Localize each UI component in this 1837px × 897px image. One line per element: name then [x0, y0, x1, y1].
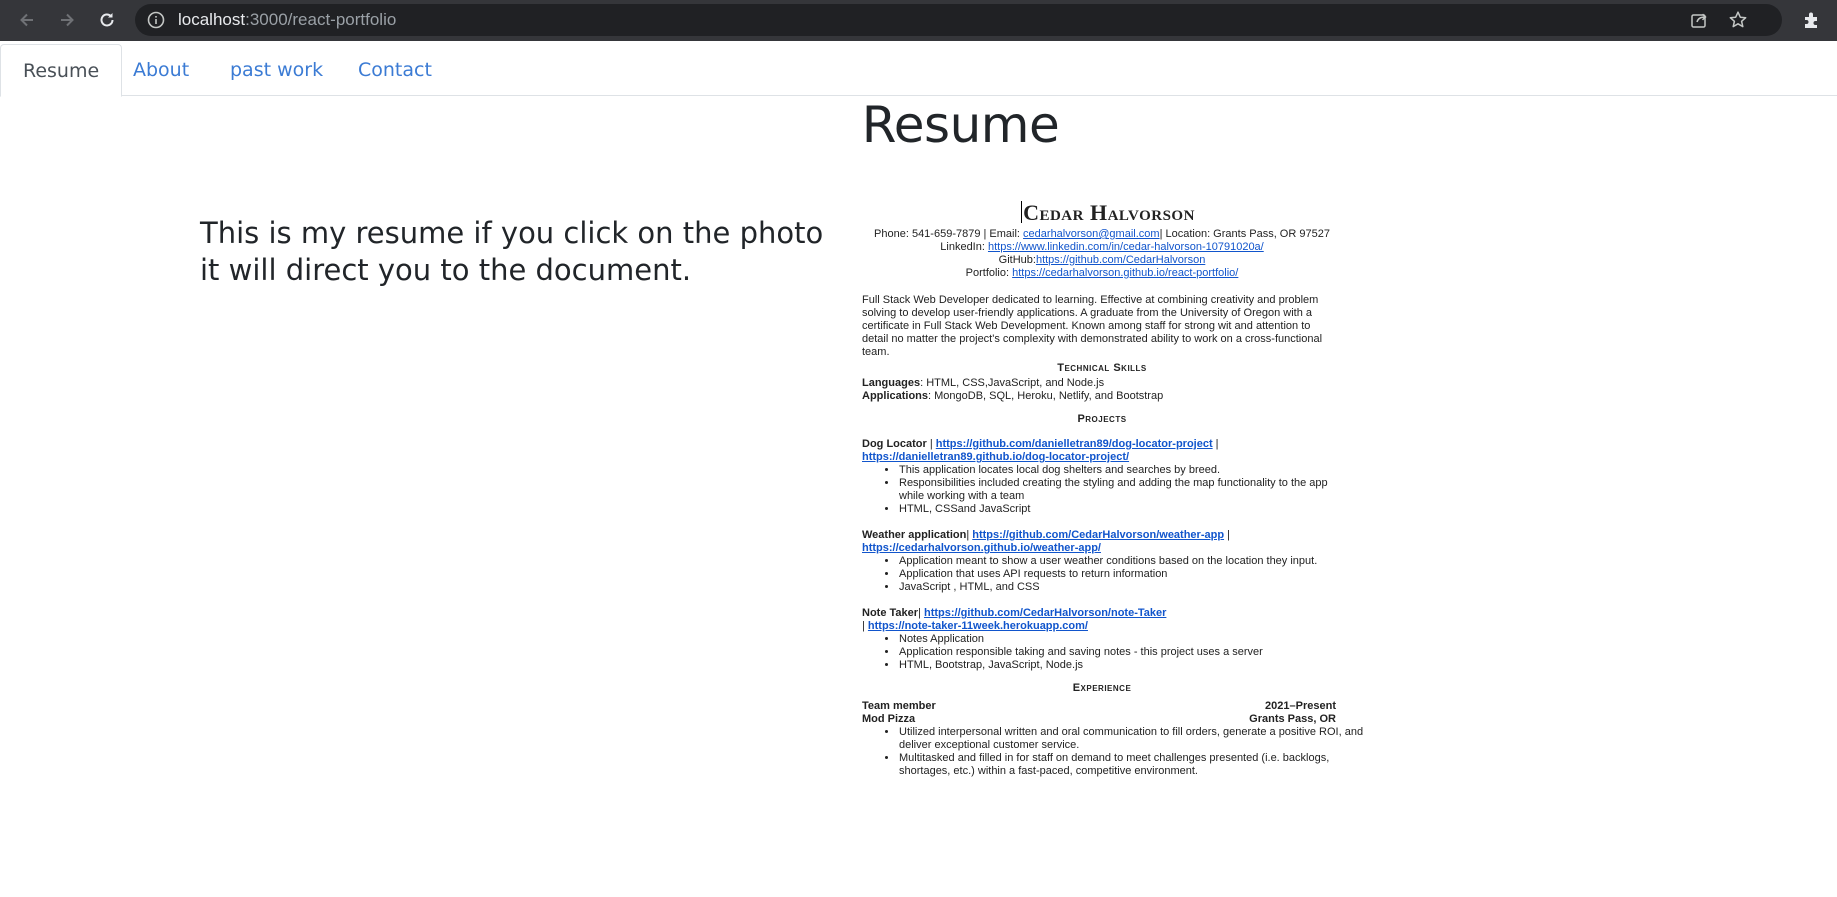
reload-icon	[100, 13, 114, 27]
project-repo-link[interactable]: https://github.com/CedarHalvorson/weathe…	[972, 529, 1224, 541]
experience-bullets: Utilized interpersonal written and oral …	[898, 726, 1372, 778]
project-bullets: Application meant to show a user weather…	[898, 555, 1342, 594]
project-bullets: Notes Application Application responsibl…	[898, 633, 1342, 672]
back-button[interactable]	[14, 7, 40, 33]
tab-resume[interactable]: Resume	[0, 44, 123, 97]
list-item: HTML, CSSand JavaScript	[898, 503, 1342, 516]
url-text[interactable]: localhost:3000/react-portfolio	[178, 11, 396, 29]
list-item: HTML, Bootstrap, JavaScript, Node.js	[898, 659, 1342, 672]
info-icon[interactable]	[147, 11, 165, 29]
resume-contact-line: Phone: 541-659-7879 | Email: cedarhalvor…	[874, 228, 1330, 240]
project-bullets: This application locates local dog shelt…	[898, 464, 1342, 516]
tab-contact[interactable]: Contact	[336, 44, 454, 97]
resume-github-line: GitHub:https://github.com/CedarHalvorson	[998, 254, 1206, 266]
resume-applications: Applications: MongoDB, SQL, Heroku, Netl…	[862, 390, 1164, 402]
list-item: JavaScript , HTML, and CSS	[898, 581, 1342, 594]
nav-tabs: Resume About past work Contact	[0, 41, 1837, 97]
arrow-right-icon	[61, 13, 74, 27]
tab-about[interactable]: About	[111, 44, 211, 97]
resume-portfolio-link[interactable]: https://cedarhalvorson.github.io/react-p…	[1012, 267, 1238, 279]
resume-image-link[interactable]: Cedar Halvorson Phone: 541-659-7879 | Em…	[862, 196, 1363, 794]
tab-past-work[interactable]: past work	[208, 44, 345, 97]
project-live-link[interactable]: https://cedarhalvorson.github.io/weather…	[862, 542, 1101, 554]
resume-summary: Full Stack Web Developer dedicated to le…	[862, 294, 1323, 358]
project-live-link[interactable]: https://danielletran89.github.io/dog-loc…	[862, 451, 1129, 463]
resume-project: Dog Locator | https://github.com/daniell…	[862, 438, 1219, 463]
resume-linkedin-link[interactable]: https://www.linkedin.com/in/cedar-halvor…	[988, 241, 1264, 253]
list-item: Application responsible taking and savin…	[898, 646, 1342, 659]
resume-name: Cedar Halvorson	[1021, 200, 1195, 225]
forward-button[interactable]	[54, 7, 80, 33]
resume-experience-heading: Experience	[1072, 682, 1132, 694]
resume-project: Weather application| https://github.com/…	[862, 529, 1230, 554]
resume-email-link[interactable]: cedarhalvorson@gmail.com	[1023, 228, 1160, 240]
project-repo-link[interactable]: https://github.com/CedarHalvorson/note-T…	[924, 607, 1166, 619]
text-cursor	[1021, 201, 1023, 223]
resume-project: Note Taker| https://github.com/CedarHalv…	[862, 607, 1167, 632]
resume-languages: Languages: HTML, CSS,JavaScript, and Nod…	[862, 377, 1105, 389]
resume-linkedin-line: LinkedIn: https://www.linkedin.com/in/ce…	[940, 241, 1264, 253]
arrow-left-icon	[20, 13, 33, 27]
list-item: This application locates local dog shelt…	[898, 464, 1342, 477]
star-icon[interactable]	[1728, 10, 1748, 30]
resume-experience-role: Team member 2021–Present	[862, 700, 1336, 712]
reload-button[interactable]	[94, 7, 120, 33]
browser-toolbar: localhost:3000/react-portfolio	[0, 0, 1837, 41]
puzzle-icon[interactable]	[1801, 9, 1823, 31]
list-item: Application that uses API requests to re…	[898, 568, 1342, 581]
list-item: Multitasked and filled in for staff on d…	[898, 752, 1372, 778]
resume-experience-company: Mod Pizza Grants Pass, OR	[862, 713, 1336, 725]
resume-skills-heading: Technical Skills	[1057, 362, 1147, 374]
url-path: :3000/react-portfolio	[245, 10, 397, 29]
list-item: Responsibilities included creating the s…	[898, 477, 1342, 503]
share-icon[interactable]	[1690, 11, 1708, 29]
project-repo-link[interactable]: https://github.com/danielletran89/dog-lo…	[936, 438, 1213, 450]
project-live-link[interactable]: https://note-taker-11week.herokuapp.com/	[868, 620, 1088, 632]
resume-projects-heading: Projects	[1077, 413, 1127, 425]
resume-intro-text: This is my resume if you click on the ph…	[200, 216, 824, 287]
page-title: Resume	[861, 96, 1060, 154]
url-host: localhost	[178, 10, 246, 29]
resume-portfolio-line: Portfolio: https://cedarhalvorson.github…	[965, 267, 1239, 279]
address-bar[interactable]: localhost:3000/react-portfolio	[135, 4, 1782, 36]
list-item: Notes Application	[898, 633, 1342, 646]
list-item: Application meant to show a user weather…	[898, 555, 1342, 568]
list-item: Utilized interpersonal written and oral …	[898, 726, 1372, 752]
resume-github-link[interactable]: https://github.com/CedarHalvorson	[1036, 254, 1205, 266]
